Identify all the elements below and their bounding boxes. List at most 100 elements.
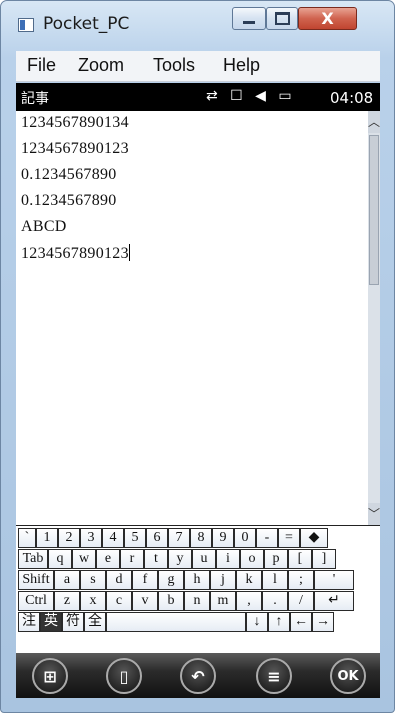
menu-help[interactable]: Help [223,55,260,76]
key-1[interactable]: 1 [36,528,58,548]
key-.[interactable]: . [262,591,288,611]
key-7[interactable]: 7 [168,528,190,548]
status-bar: 記事 ⇄ ☐ ◀ ▭ 04:08 [16,83,380,111]
key-Shift[interactable]: Shift [18,570,54,590]
close-icon: X [321,9,334,28]
editor-line: ABCD [21,218,67,235]
key-h[interactable]: h [184,570,210,590]
key-j[interactable]: j [210,570,236,590]
scroll-down-icon[interactable]: ﹀ [368,503,380,525]
key-i[interactable]: i [216,549,240,569]
key-][interactable]: ] [312,549,336,569]
key-◆[interactable]: ◆ [300,528,328,548]
soft-keyboard: ` 1 2 3 4 5 6 7 8 9 0- = ◆ Tab q w e r t y u i o p[] Shift a s d f… [16,525,380,654]
keyboard-row-numbers: ` 1 2 3 4 5 6 7 8 9 0- = ◆ [16,528,380,549]
vertical-scrollbar[interactable]: ︿ ﹀ [368,111,380,525]
key-注[interactable]: 注 [18,612,40,632]
editor-line: 0.1234567890 [21,166,117,183]
key-q[interactable]: q [48,549,72,569]
emulator-window: Pocket_PC X File Zoom Tools Help 記事 ⇄ ☐ … [0,0,395,713]
key-u[interactable]: u [192,549,216,569]
key-↓[interactable]: ↓ [246,612,268,632]
key-0[interactable]: 0 [234,528,256,548]
keyboard-row-mode: 注英符全 ↓ ↑ ← → [16,612,380,633]
key-→[interactable]: → [312,612,334,632]
maximize-icon [274,12,290,25]
key-v[interactable]: v [132,591,158,611]
menu-bar: File Zoom Tools Help [16,51,380,82]
close-button[interactable]: X [298,7,357,30]
key-;[interactable]: ; [288,570,314,590]
editor-line: 1234567890134 [21,114,129,131]
key-[[interactable]: [ [288,549,312,569]
editor-line: 1234567890123 [21,140,129,157]
key-符[interactable]: 符 [62,612,84,632]
key-英[interactable]: 英 [40,612,62,632]
key-d[interactable]: d [106,570,132,590]
menu-icon[interactable]: ≡ [256,658,292,694]
key-↑[interactable]: ↑ [268,612,290,632]
key-↵[interactable]: ↵ [314,591,354,611]
windows-start-icon[interactable]: ⊞ [32,658,68,694]
title-bar[interactable]: Pocket_PC X [1,1,394,45]
key--[interactable]: - [256,528,278,548]
key-b[interactable]: b [158,591,184,611]
menu-tools[interactable]: Tools [153,55,195,76]
key-,[interactable]: , [236,591,262,611]
key-t[interactable]: t [144,549,168,569]
key-f[interactable]: f [132,570,158,590]
key-y[interactable]: y [168,549,192,569]
key-m[interactable]: m [210,591,236,611]
key-a[interactable]: a [54,570,80,590]
scroll-up-icon[interactable]: ︿ [368,111,380,133]
text-editor[interactable]: 1234567890134 1234567890123 0.1234567890… [16,111,368,525]
new-note-icon[interactable]: ▯ [106,658,142,694]
keyboard-row-bottom: Ctrl z x c v b n m,. / ↵ [16,591,380,612]
key-←[interactable]: ← [290,612,312,632]
key-z[interactable]: z [54,591,80,611]
key-全[interactable]: 全 [84,612,106,632]
ok-button[interactable]: OK [330,658,366,694]
key-3[interactable]: 3 [80,528,102,548]
key-c[interactable]: c [106,591,132,611]
key-x[interactable]: x [80,591,106,611]
key-l[interactable]: l [262,570,288,590]
key-Tab[interactable]: Tab [18,549,48,569]
text-caret [128,244,130,261]
minimize-icon [243,21,255,24]
key-5[interactable]: 5 [124,528,146,548]
scrollbar-thumb[interactable] [369,135,379,285]
device-screen: 記事 ⇄ ☐ ◀ ▭ 04:08 1234567890134 123456789… [16,83,380,698]
key-e[interactable]: e [96,549,120,569]
key-8[interactable]: 8 [190,528,212,548]
key-space[interactable] [106,612,246,632]
key-o[interactable]: o [240,549,264,569]
key-2[interactable]: 2 [58,528,80,548]
undo-icon[interactable]: ↶ [180,658,216,694]
key-'[interactable]: ' [314,570,354,590]
status-time[interactable]: 04:08 [330,89,373,107]
key-s[interactable]: s [80,570,106,590]
editor-line-text: 1234567890123 [21,245,129,262]
status-icons[interactable]: ⇄ ☐ ◀ ▭ [206,88,296,104]
task-bar: ⊞ ▯ ↶ ≡ OK [16,653,380,698]
key-4[interactable]: 4 [102,528,124,548]
key-r[interactable]: r [120,549,144,569]
key-n[interactable]: n [184,591,210,611]
key-/[interactable]: / [288,591,314,611]
key-g[interactable]: g [158,570,184,590]
key-Ctrl[interactable]: Ctrl [18,591,54,611]
keyboard-row-top: Tab q w e r t y u i o p[] [16,549,380,570]
maximize-button[interactable] [266,7,298,30]
menu-zoom[interactable]: Zoom [78,55,124,76]
key-9[interactable]: 9 [212,528,234,548]
menu-file[interactable]: File [27,55,56,76]
key-k[interactable]: k [236,570,262,590]
key-6[interactable]: 6 [146,528,168,548]
key-w[interactable]: w [72,549,96,569]
app-icon [18,18,34,32]
minimize-button[interactable] [232,7,266,30]
key-p[interactable]: p [264,549,288,569]
key-=[interactable]: = [278,528,300,548]
key-`[interactable]: ` [18,528,36,548]
